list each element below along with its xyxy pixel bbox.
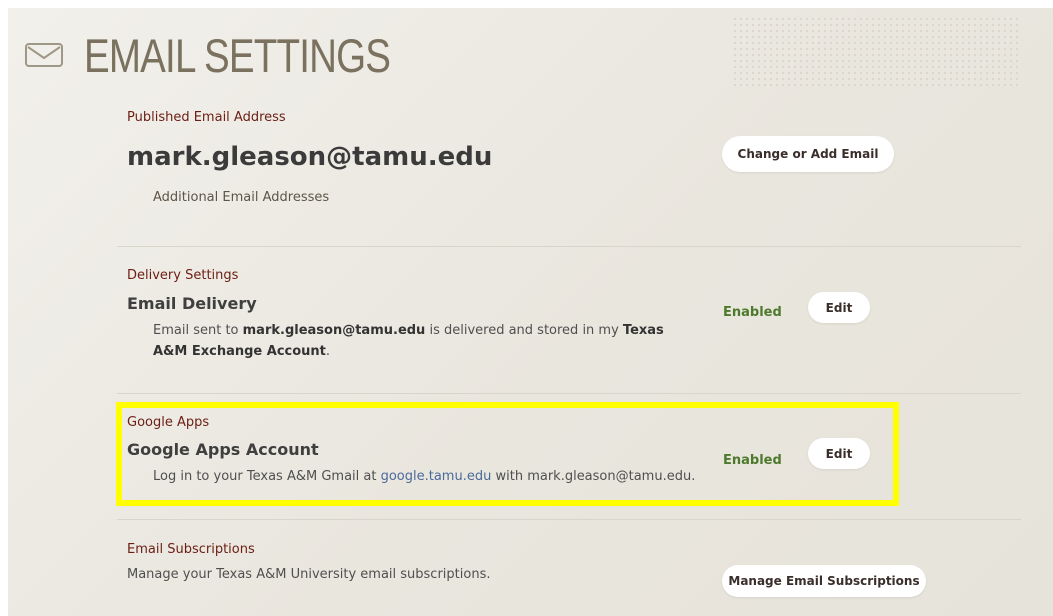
email-delivery-description: Email sent to mark.gleason@tamu.edu is d…: [153, 323, 664, 359]
email-subscriptions-label: Email Subscriptions: [127, 542, 255, 557]
divider: [117, 393, 1021, 394]
highlight-box: [116, 402, 899, 506]
published-email-label: Published Email Address: [127, 110, 286, 125]
published-email-address: mark.gleason@tamu.edu: [127, 142, 493, 172]
delivery-settings-label: Delivery Settings: [127, 268, 239, 283]
page-title: EMAIL SETTINGS: [84, 29, 391, 82]
divider: [117, 246, 1021, 247]
change-or-add-email-button[interactable]: Change or Add Email: [722, 136, 894, 172]
manage-email-subscriptions-button[interactable]: Manage Email Subscriptions: [722, 565, 926, 597]
email-delivery-status: Enabled: [723, 305, 782, 320]
email-delivery-title: Email Delivery: [127, 294, 257, 313]
email-delivery-edit-button[interactable]: Edit: [808, 292, 870, 323]
additional-email-addresses-link[interactable]: Additional Email Addresses: [153, 190, 329, 205]
divider: [117, 519, 1021, 520]
dot-pattern-decoration: [732, 16, 1022, 86]
email-subscriptions-description: Manage your Texas A&M University email s…: [127, 567, 491, 582]
envelope-icon: [25, 43, 63, 67]
